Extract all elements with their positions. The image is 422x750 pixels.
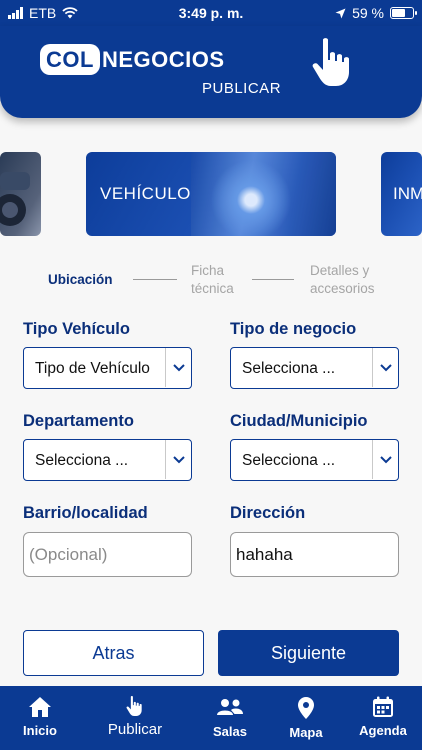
step-connector [133, 279, 177, 280]
back-button[interactable]: Atras [23, 630, 204, 676]
nav-item-agenda[interactable]: Agenda [354, 686, 412, 750]
category-label-inmueble: INMUEBLE [393, 184, 422, 203]
barrio-input[interactable]: (Opcional) [23, 532, 192, 577]
step-ficha-tecnica: Ficha técnica [191, 262, 234, 298]
chevron-down-icon [372, 348, 398, 387]
step-detalles-line2: accesorios [310, 281, 375, 296]
logo-col: COL [40, 44, 100, 75]
app-logo: COL NEGOCIOS [40, 44, 225, 75]
direccion-value: hahaha [236, 545, 293, 564]
nav-item-salas[interactable]: Salas [200, 686, 260, 750]
app-header: COL NEGOCIOS PUBLICAR [0, 26, 422, 118]
nav-label-mapa: Mapa [289, 725, 323, 740]
step-ficha-line2: técnica [191, 281, 234, 296]
step-ubicacion: Ubicación [48, 271, 113, 289]
location-arrow-icon [335, 8, 346, 18]
direccion-input[interactable]: hahaha [230, 532, 399, 577]
step-ficha-line1: Ficha [191, 263, 225, 278]
nav-item-inicio[interactable]: Inicio [12, 686, 68, 750]
nav-label-agenda: Agenda [359, 723, 407, 738]
nav-label-inicio: Inicio [23, 723, 57, 738]
tipo-negocio-select[interactable]: Selecciona ... [230, 347, 399, 389]
users-icon [217, 699, 243, 715]
chevron-down-icon [165, 348, 191, 387]
departamento-label: Departamento [23, 412, 134, 430]
hand-pointer-icon [126, 696, 142, 716]
hand-pointer-icon [312, 38, 349, 86]
next-button[interactable]: Siguiente [218, 630, 399, 676]
ciudad-select[interactable]: Selecciona ... [230, 439, 399, 481]
chevron-down-icon [165, 440, 191, 479]
barrio-placeholder: (Opcional) [29, 545, 108, 564]
motorcycle-image [0, 172, 30, 226]
category-card-previous[interactable] [0, 152, 41, 236]
status-bar: ETB 3:49 p. m. 59 % [0, 0, 422, 26]
barrio-label: Barrio/localidad [23, 504, 148, 522]
step-connector [252, 279, 294, 280]
category-label-vehiculo: VEHÍCULO [100, 184, 191, 203]
step-ubicacion-label: Ubicación [48, 272, 113, 287]
departamento-value: Selecciona ... [35, 452, 129, 469]
tipo-vehiculo-value: Tipo de Vehículo [35, 360, 150, 377]
tipo-vehiculo-select[interactable]: Tipo de Vehículo [23, 347, 192, 389]
nav-label-salas: Salas [213, 724, 247, 739]
home-icon [29, 697, 51, 717]
vehicle-image [191, 152, 336, 236]
nav-item-mapa[interactable]: Mapa [278, 686, 334, 750]
category-card-vehiculo[interactable]: VEHÍCULO [86, 152, 336, 236]
bottom-nav: Inicio Publicar Salas Mapa Agenda [0, 686, 422, 750]
step-detalles: Detalles y accesorios [310, 262, 375, 298]
category-card-inmueble[interactable]: INMUEBLE [381, 152, 422, 236]
logo-negocios: NEGOCIOS [101, 46, 225, 72]
battery-percent: 59 % [352, 5, 384, 21]
battery-icon [390, 7, 417, 19]
direccion-label: Dirección [230, 504, 306, 522]
tipo-negocio-value: Selecciona ... [242, 360, 336, 377]
ciudad-value: Selecciona ... [242, 452, 336, 469]
tipo-negocio-label: Tipo de negocio [230, 320, 357, 338]
nav-label-publicar: Publicar [107, 721, 163, 738]
page-subtitle: PUBLICAR [202, 80, 282, 97]
chevron-down-icon [372, 440, 398, 479]
departamento-select[interactable]: Selecciona ... [23, 439, 192, 481]
nav-item-publicar[interactable]: Publicar [98, 686, 172, 750]
map-pin-icon [298, 697, 314, 719]
ciudad-label: Ciudad/Municipio [230, 412, 368, 430]
calendar-icon [373, 696, 393, 717]
tipo-vehiculo-label: Tipo Vehículo [23, 320, 130, 338]
step-detalles-line1: Detalles y [310, 263, 370, 278]
